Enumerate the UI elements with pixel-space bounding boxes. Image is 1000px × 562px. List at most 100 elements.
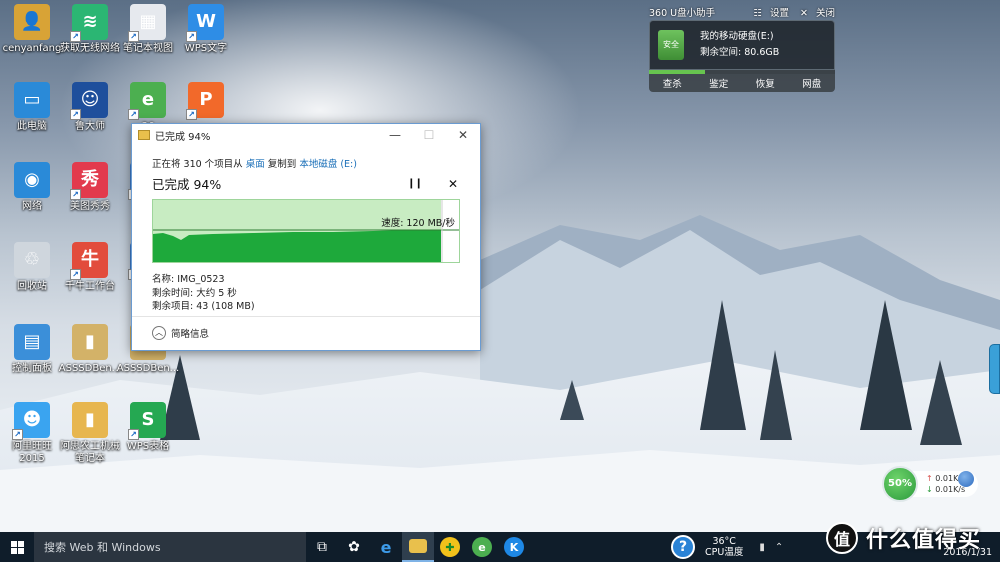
dialog-divider xyxy=(132,316,480,317)
copy-progress-dialog: 已完成 94% — ☐ ✕ 正在将 310 个项目从 桌面 复制到 本地磁盘 (… xyxy=(131,123,481,351)
app-icon: ◉ xyxy=(14,162,50,198)
app-icon: S ↗ xyxy=(128,402,166,440)
desktop-icon-label: 网络 xyxy=(22,201,42,212)
close-icon[interactable]: ✕ xyxy=(446,124,480,146)
shortcut-arrow-icon: ↗ xyxy=(70,269,81,280)
app-icon: ▤ xyxy=(14,324,50,360)
fewer-details-button[interactable]: ︿ 简略信息 xyxy=(152,326,209,340)
identify-button[interactable]: 鉴定 xyxy=(709,76,728,90)
k-app-icon[interactable]: K xyxy=(498,532,530,562)
cpu-temp-value: 36°C xyxy=(712,536,736,547)
widget-close-button[interactable]: ✕ 关闭 xyxy=(800,8,835,19)
desktop-icon[interactable]: ▦ ↗ 笔记本视图 xyxy=(116,4,180,55)
desktop-icon[interactable]: 秀 ↗ 美图秀秀 xyxy=(58,162,122,213)
items-remaining: 剩余项目: 43 (108 MB) xyxy=(152,301,255,312)
shortcut-arrow-icon: ↗ xyxy=(128,429,139,440)
desktop-icon-label: 笔记本视图 xyxy=(123,43,173,54)
cloud-disk-button[interactable]: 网盘 xyxy=(802,76,821,90)
desktop-icon[interactable]: ☻ ↗ 阿里旺旺 2015 xyxy=(0,402,64,465)
app-icon: e ↗ xyxy=(128,82,166,120)
desktop-icon[interactable]: ▮ ASSSDBen... xyxy=(58,324,122,375)
network-monitor[interactable]: ↑ 0.01K/s ↓ 0.01K/s 50% xyxy=(882,466,978,502)
watermark-text: 什么值得买 xyxy=(866,528,982,553)
stop-icon[interactable]: ✕ xyxy=(448,177,458,191)
side-toolbar-handle[interactable] xyxy=(989,344,1000,394)
widget-settings-button[interactable]: ☷ 设置 xyxy=(753,8,789,19)
app-icon: ☺ ↗ xyxy=(70,82,108,120)
progress-heading: 已完成 94% xyxy=(152,177,222,192)
fewer-details-label: 简略信息 xyxy=(171,329,210,340)
desktop-icon[interactable]: ☺ ↗ 鲁大师 xyxy=(58,82,122,133)
desktop-icon[interactable]: ♲ 回收站 xyxy=(0,242,64,293)
search-box[interactable]: 搜索 Web 和 Windows xyxy=(34,532,306,562)
pause-icon[interactable]: ❙❙ xyxy=(407,178,423,189)
desktop-icon-label: 阿思农工机械 笔记本 xyxy=(60,441,120,464)
desktop-icon[interactable]: 牛 ↗ 千牛工作台 xyxy=(58,242,122,293)
drive-panel[interactable]: 安全 我的移动硬盘(E:) 剩余空间: 80.6GB xyxy=(649,20,835,70)
app-icon: ▮ xyxy=(72,324,108,360)
desktop-icon[interactable]: 👤 cenyanfang xyxy=(0,4,64,55)
maximize-icon[interactable]: ☐ xyxy=(412,124,446,146)
folder-copy-icon xyxy=(138,130,150,140)
scan-button[interactable]: 查杀 xyxy=(663,76,682,90)
widget-title: 360 U盘小助手 xyxy=(649,8,716,19)
dialog-titlebar[interactable]: 已完成 94% — ☐ ✕ xyxy=(132,124,480,146)
desktop-icon[interactable]: ≋ ↗ 获取无线网络 xyxy=(58,4,122,55)
desktop-icon-label: 阿里旺旺 2015 xyxy=(12,441,52,464)
download-speed: 0.01K/s xyxy=(935,485,966,494)
desktop-icon-label: 鲁大师 xyxy=(75,121,105,132)
app-icon: P ↗ xyxy=(186,82,224,120)
desktop-icon[interactable]: ▤ 控制面板 xyxy=(0,324,64,375)
widget-settings-label: 设置 xyxy=(769,8,789,19)
file-explorer-icon[interactable] xyxy=(402,532,434,562)
battery-icon[interactable]: ▮ xyxy=(759,542,765,553)
download-arrow-icon: ↓ xyxy=(926,485,933,494)
globe-icon xyxy=(958,471,974,487)
drive-icon: 安全 xyxy=(658,30,684,60)
desktop-icon-label: ASSSDBen... xyxy=(58,363,122,374)
app-icon: 👤 xyxy=(14,4,50,40)
transfer-speed-graph: 速度: 120 MB/秒 xyxy=(152,199,460,263)
app-grid-icon[interactable]: ✿ xyxy=(338,532,370,562)
desktop-icon-label: WPS表格 xyxy=(126,441,170,452)
360-browser-icon[interactable]: e xyxy=(466,532,498,562)
game-app-icon[interactable]: ✚ xyxy=(434,532,466,562)
chevron-up-icon: ︿ xyxy=(152,326,166,340)
shortcut-arrow-icon: ↗ xyxy=(70,31,81,42)
app-icon: ▦ ↗ xyxy=(128,4,166,42)
memory-usage-ball[interactable]: 50% xyxy=(882,466,918,502)
shortcut-arrow-icon: ↗ xyxy=(186,109,197,120)
desktop-icon[interactable]: W ↗ WPS文字 xyxy=(174,4,238,55)
tray-expand-icon[interactable]: ⌃ xyxy=(775,542,783,553)
cpu-temperature[interactable]: 36°C CPU温度 xyxy=(705,536,743,558)
source-link[interactable]: 桌面 xyxy=(246,159,265,170)
desktop-icon-label: WPS文字 xyxy=(184,43,228,54)
desktop-icon-label: cenyanfang xyxy=(2,43,62,54)
file-name: 名称: IMG_0523 xyxy=(152,274,225,285)
task-view-icon[interactable]: ⧉ xyxy=(306,532,338,562)
time-remaining: 剩余时间: 大约 5 秒 xyxy=(152,287,237,299)
dialog-title: 已完成 94% xyxy=(155,131,211,143)
desktop-icon[interactable]: ▮ 阿思农工机械 笔记本 xyxy=(58,402,122,465)
shortcut-arrow-icon: ↗ xyxy=(70,109,81,120)
shortcut-arrow-icon: ↗ xyxy=(128,109,139,120)
shortcut-arrow-icon: ↗ xyxy=(12,429,23,440)
widget-close-label: 关闭 xyxy=(815,8,835,19)
desktop-icon[interactable]: ◉ 网络 xyxy=(0,162,64,213)
start-button[interactable] xyxy=(0,532,34,562)
cpu-temp-label: CPU温度 xyxy=(705,547,744,558)
app-icon: W ↗ xyxy=(186,4,224,42)
desktop-icon-label: 回收站 xyxy=(17,281,47,292)
desktop-icon[interactable]: ▭ 此电脑 xyxy=(0,82,64,133)
desktop-icon[interactable]: P ↗ xyxy=(174,82,238,121)
watermark-logo: 值 xyxy=(826,522,858,554)
desktop-icon[interactable]: S ↗ WPS表格 xyxy=(116,402,180,453)
restore-button[interactable]: 恢复 xyxy=(756,76,775,90)
app-icon: ▮ xyxy=(72,402,108,438)
minimize-icon[interactable]: — xyxy=(378,124,412,146)
destination-link[interactable]: 本地磁盘 (E:) xyxy=(299,159,357,170)
desktop-icon-label: 千牛工作台 xyxy=(65,281,115,292)
edge-browser-icon[interactable]: e xyxy=(370,532,402,562)
app-icon: 秀 ↗ xyxy=(70,162,108,200)
help-icon[interactable]: ? xyxy=(671,535,696,559)
